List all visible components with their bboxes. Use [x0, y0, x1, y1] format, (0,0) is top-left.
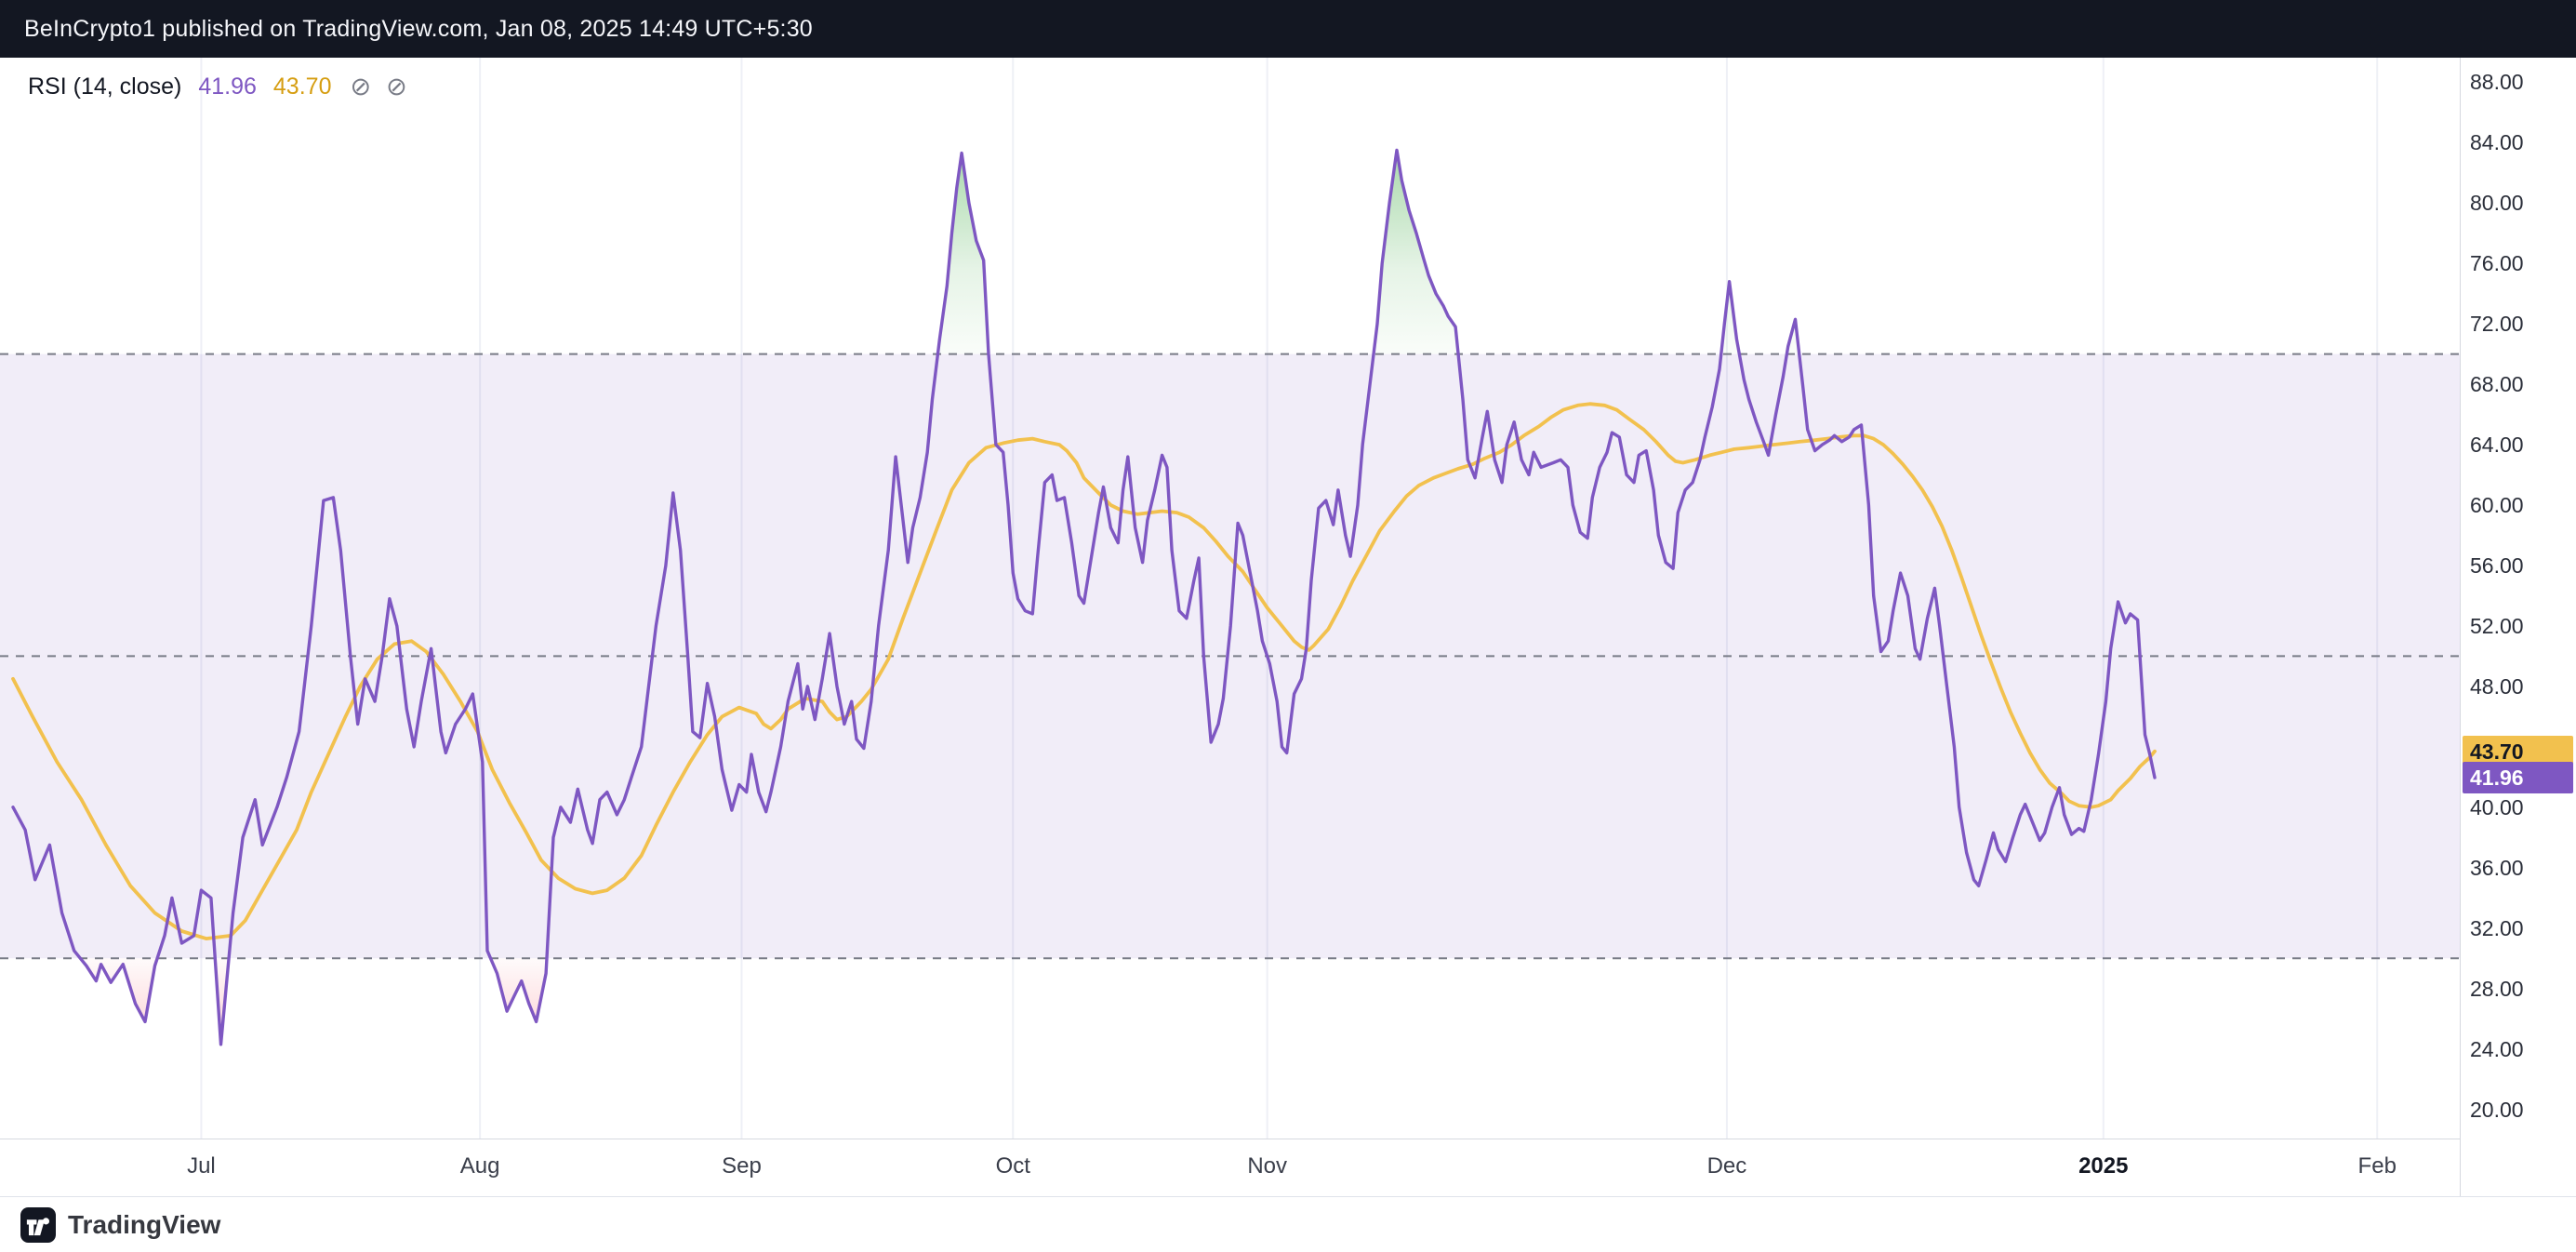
price-tick: 80.00 [2470, 190, 2524, 216]
rsi-value-badge: 41.96 [2463, 762, 2573, 793]
price-tick: 72.00 [2470, 311, 2524, 337]
plot-area[interactable] [0, 58, 2460, 1139]
time-tick: Dec [1707, 1153, 1747, 1179]
legend-icons: ⊘ ⊘ [350, 73, 406, 101]
tradingview-logo[interactable] [20, 1207, 56, 1243]
price-axis[interactable]: 43.70 41.96 88.0084.0080.0076.0072.0068.… [2460, 58, 2576, 1196]
price-tick: 56.00 [2470, 553, 2524, 579]
price-tick: 20.00 [2470, 1097, 2524, 1123]
time-tick: Nov [1247, 1153, 1287, 1179]
price-tick: 64.00 [2470, 432, 2524, 458]
price-tick: 36.00 [2470, 855, 2524, 881]
price-tick: 68.00 [2470, 371, 2524, 397]
price-tick: 84.00 [2470, 129, 2524, 155]
price-tick: 28.00 [2470, 976, 2524, 1002]
price-tick: 32.00 [2470, 915, 2524, 941]
price-tick: 24.00 [2470, 1036, 2524, 1062]
footer-bar: TradingView [0, 1196, 2576, 1252]
time-tick: Sep [722, 1153, 762, 1179]
indicator-legend: RSI (14, close) 41.96 43.70 ⊘ ⊘ [28, 73, 407, 101]
time-tick: 2025 [2078, 1153, 2128, 1179]
indicator-title: RSI (14, close) [28, 73, 181, 100]
ma-value: 43.70 [273, 73, 332, 100]
price-tick: 48.00 [2470, 673, 2524, 699]
publish-title: BeInCrypto1 published on TradingView.com… [24, 16, 813, 43]
rsi-value: 41.96 [198, 73, 257, 100]
price-tick: 60.00 [2470, 492, 2524, 518]
price-tick: 76.00 [2470, 250, 2524, 276]
time-tick: Feb [2358, 1153, 2397, 1179]
time-tick: Oct [996, 1153, 1030, 1179]
price-tick: 88.00 [2470, 69, 2524, 95]
time-axis[interactable]: Jul Aug Sep Oct Nov Dec 2025 Feb [0, 1139, 2460, 1196]
plot-svg[interactable] [0, 58, 2460, 1139]
time-tick: Aug [460, 1153, 500, 1179]
price-tick: 40.00 [2470, 794, 2524, 820]
tradingview-wordmark[interactable]: TradingView [68, 1210, 220, 1240]
value-hidden-icon: ⊘ [386, 73, 407, 101]
publish-header: BeInCrypto1 published on TradingView.com… [0, 0, 2576, 58]
chart-area: RSI (14, close) 41.96 43.70 ⊘ ⊘ 43.70 41… [0, 58, 2576, 1196]
price-tick: 52.00 [2470, 613, 2524, 639]
time-tick: Jul [187, 1153, 216, 1179]
value-hidden-icon: ⊘ [350, 73, 371, 101]
